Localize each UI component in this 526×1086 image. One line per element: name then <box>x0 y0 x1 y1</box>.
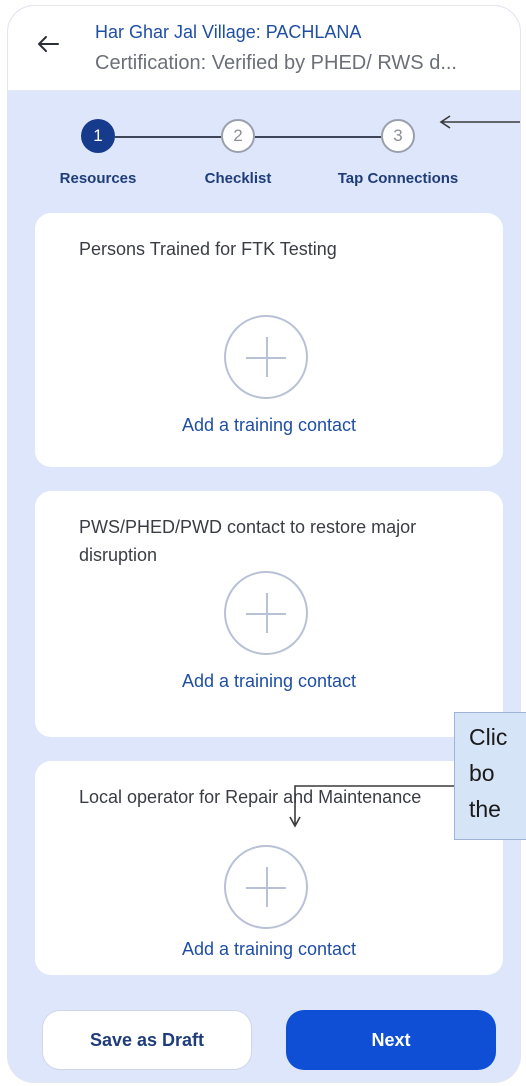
step-1-label[interactable]: Resources <box>60 170 137 187</box>
add-training-contact-link[interactable]: Add a training contact <box>35 939 503 960</box>
step-1-number: 1 <box>93 126 103 145</box>
callout-line-1: Clic <box>469 724 508 750</box>
annotation-arrow-card <box>289 785 483 828</box>
step-2-indicator[interactable]: 2 <box>221 119 255 153</box>
add-training-contact-link[interactable]: Add a training contact <box>35 671 503 692</box>
training-card-disruption: PWS/PHED/PWD contact to restore major di… <box>35 491 503 737</box>
callout-line-2: bo <box>469 760 495 786</box>
back-button[interactable] <box>36 32 60 56</box>
card-title-disruption: PWS/PHED/PWD contact to restore major di… <box>79 517 417 565</box>
plus-circle-icon[interactable] <box>224 571 308 655</box>
app-header: Har Ghar Jal Village: PACHLANA Certifica… <box>8 6 520 91</box>
callout-line-3: the <box>469 796 501 822</box>
progress-stepper: 1 2 3 Resources Checklist Tap Connection… <box>8 90 520 210</box>
annotation-callout: Clic bo the <box>454 712 526 840</box>
step-2-label[interactable]: Checklist <box>205 170 272 187</box>
add-training-contact-link[interactable]: Add a training contact <box>35 415 503 436</box>
card-title-ftk: Persons Trained for FTK Testing <box>79 239 337 259</box>
step-2-number: 2 <box>233 126 243 145</box>
village-title: Har Ghar Jal Village: PACHLANA <box>95 22 362 42</box>
step-1-indicator[interactable]: 1 <box>81 119 115 153</box>
training-card-ftk: Persons Trained for FTK Testing Add a tr… <box>35 213 503 467</box>
plus-circle-icon[interactable] <box>224 845 308 929</box>
certification-subtitle: Certification: Verified by PHED/ RWS d..… <box>95 52 457 74</box>
step-connector-2 <box>255 136 381 138</box>
step-3-indicator[interactable]: 3 <box>381 119 415 153</box>
plus-circle-icon[interactable] <box>224 315 308 399</box>
step-connector-1 <box>115 136 221 138</box>
step-3-label[interactable]: Tap Connections <box>338 170 459 187</box>
save-as-draft-button[interactable]: Save as Draft <box>42 1010 252 1070</box>
annotation-arrow-stepper <box>439 115 520 129</box>
step-3-number: 3 <box>393 126 403 145</box>
phone-screen: Har Ghar Jal Village: PACHLANA Certifica… <box>8 6 520 1082</box>
arrow-left-icon <box>38 36 59 52</box>
next-button[interactable]: Next <box>286 1010 496 1070</box>
